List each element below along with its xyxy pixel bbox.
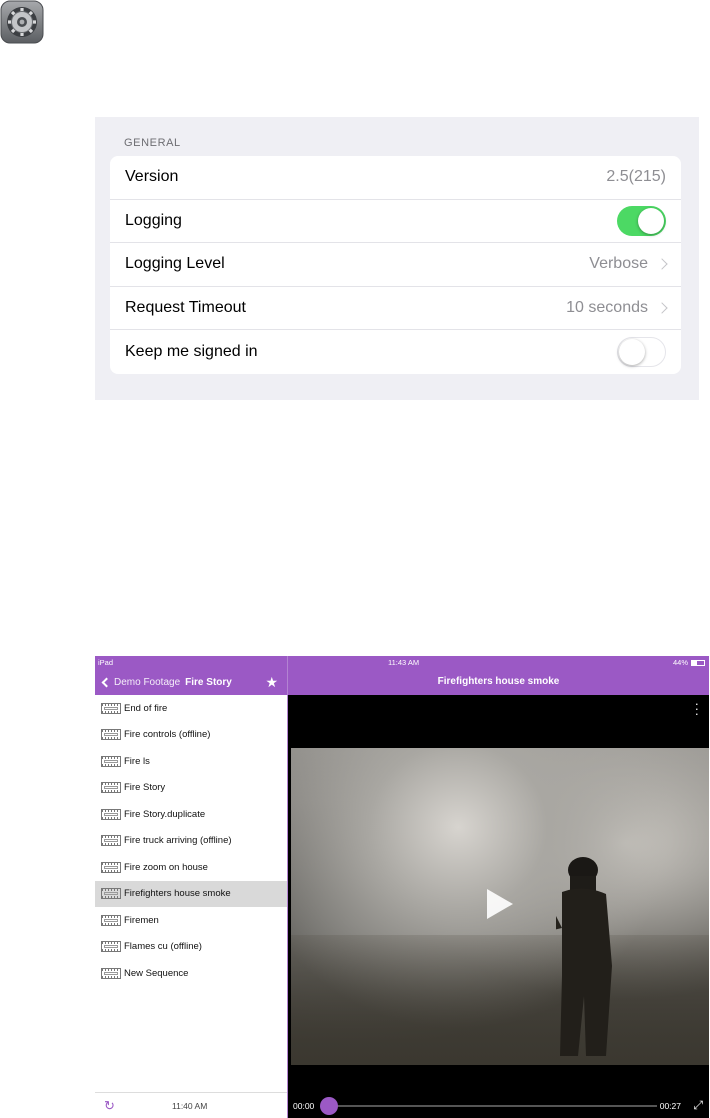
back-button[interactable]: Demo Footage xyxy=(114,677,180,688)
device-label: iPad xyxy=(98,658,114,667)
settings-group: Version 2.5(215) Logging Logging Level V… xyxy=(110,156,681,374)
video-frame[interactable] xyxy=(291,748,709,1065)
firefighter-silhouette xyxy=(556,857,612,1056)
list-item[interactable]: Fire zoom on house xyxy=(95,854,287,881)
progress-track[interactable] xyxy=(328,1105,657,1107)
time-start: 00:00 xyxy=(293,1101,315,1111)
clip-name: New Sequence xyxy=(124,967,189,979)
row-label: Logging xyxy=(125,211,182,229)
list-item[interactable]: Fire truck arriving (offline) xyxy=(95,828,287,855)
ipad-screen: iPad 11:43 AM 44% Demo Footage Fire Stor… xyxy=(95,656,709,1118)
toggle-knob xyxy=(619,338,645,365)
clip-name: Fire zoom on house xyxy=(124,861,208,873)
clip-name: End of fire xyxy=(124,702,168,714)
film-strip-icon xyxy=(101,782,121,794)
list-item[interactable]: Fire controls (offline) xyxy=(95,722,287,749)
clip-name: Fire ls xyxy=(124,755,150,767)
clip-list: End of fire Fire controls (offline) Fire… xyxy=(95,695,288,1118)
clip-name: Fire controls (offline) xyxy=(124,729,211,741)
list-item[interactable]: Firemen xyxy=(95,907,287,934)
row-keep-signed-in: Keep me signed in xyxy=(110,330,681,374)
section-header-general: GENERAL xyxy=(124,137,181,149)
list-item[interactable]: Flames cu (offline) xyxy=(95,934,287,961)
row-label: Request Timeout xyxy=(125,299,246,317)
chevron-right-icon xyxy=(656,258,668,271)
clip-name: Flames cu (offline) xyxy=(124,941,202,953)
keep-signed-in-toggle[interactable] xyxy=(617,337,666,368)
row-label: Logging Level xyxy=(125,255,225,273)
list-item[interactable]: Fire Story xyxy=(95,775,287,802)
time-end: 00:27 xyxy=(659,1101,681,1111)
list-item-selected[interactable]: Firefighters house smoke xyxy=(95,880,287,907)
film-strip-icon xyxy=(101,861,121,873)
nav-title: Fire Story xyxy=(185,676,232,688)
clip-name: Firemen xyxy=(124,914,159,926)
split-divider xyxy=(287,656,288,1118)
list-item[interactable]: Fire Story.duplicate xyxy=(95,801,287,828)
request-timeout-value: 10 seconds xyxy=(566,299,648,317)
sidebar-footer: ↻ 11:40 AM xyxy=(95,1092,288,1118)
row-logging: Logging xyxy=(110,200,681,244)
battery-icon xyxy=(691,659,705,666)
row-request-timeout[interactable]: Request Timeout 10 seconds xyxy=(110,287,681,331)
video-ground xyxy=(291,935,709,1065)
toggle-knob xyxy=(638,207,664,234)
battery-percent: 44% xyxy=(672,658,688,667)
film-strip-icon xyxy=(101,941,121,953)
player-title: Firefighters house smoke xyxy=(288,669,709,695)
list-item[interactable]: New Sequence xyxy=(95,960,287,987)
row-label: Keep me signed in xyxy=(125,343,258,361)
more-icon[interactable]: · · · xyxy=(695,697,699,720)
film-strip-icon xyxy=(101,835,121,847)
clip-name: Firefighters house smoke xyxy=(124,888,231,900)
film-strip-icon xyxy=(101,808,121,820)
play-icon[interactable] xyxy=(487,889,513,919)
version-value: 2.5(215) xyxy=(606,168,666,186)
film-strip-icon xyxy=(101,702,121,714)
clip-name: Fire truck arriving (offline) xyxy=(124,835,232,847)
last-refresh-time: 11:40 AM xyxy=(172,1101,208,1111)
video-player: · · · 00:00 00:27 ⤢ xyxy=(288,695,709,1118)
settings-panel: GENERAL Version 2.5(215) Logging Logging… xyxy=(95,117,699,400)
film-strip-icon xyxy=(101,967,121,979)
clip-name: Fire Story.duplicate xyxy=(124,808,206,820)
row-label: Version xyxy=(125,168,179,186)
status-bar: iPad 11:43 AM 44% xyxy=(95,656,709,669)
film-strip-icon xyxy=(101,755,121,767)
clip-name: Fire Story xyxy=(124,782,166,794)
star-icon[interactable]: ★ xyxy=(265,674,278,691)
film-strip-icon xyxy=(101,914,121,926)
fullscreen-icon[interactable]: ⤢ xyxy=(693,1098,703,1113)
left-nav-bar: Demo Footage Fire Story ★ xyxy=(95,669,288,695)
scrubber-handle[interactable] xyxy=(320,1097,338,1115)
settings-app-icon xyxy=(0,0,44,44)
refresh-icon[interactable]: ↻ xyxy=(104,1098,115,1114)
logging-level-value: Verbose xyxy=(589,255,648,273)
film-strip-icon xyxy=(101,729,121,741)
row-version: Version 2.5(215) xyxy=(110,156,681,200)
back-chevron-icon[interactable] xyxy=(101,677,112,687)
chevron-right-icon xyxy=(656,302,668,314)
row-logging-level[interactable]: Logging Level Verbose xyxy=(110,243,681,287)
logging-toggle[interactable] xyxy=(617,205,666,236)
status-time: 11:43 AM xyxy=(388,658,420,667)
list-item[interactable]: End of fire xyxy=(95,695,287,722)
list-item[interactable]: Fire ls xyxy=(95,748,287,775)
battery-status: 44% xyxy=(673,658,705,667)
film-strip-icon xyxy=(101,888,121,900)
playback-timeline: 00:00 00:27 ⤢ xyxy=(288,1094,709,1118)
